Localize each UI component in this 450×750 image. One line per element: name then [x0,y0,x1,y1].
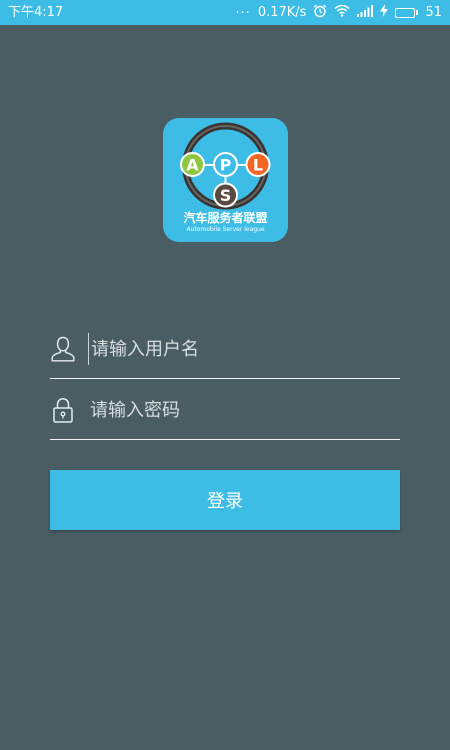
network-speed: 0.17K/s [257,5,307,20]
logo-subtitle: Automobile Server league [186,226,265,233]
username-input[interactable] [88,333,391,365]
status-time: 下午4:17 [8,5,64,20]
status-bar: 下午4:17 ... 0.17K/s 51 [0,0,450,25]
password-input[interactable] [88,394,390,426]
battery-level: 51 [425,5,442,20]
username-field [50,331,400,379]
signal-icon [357,4,374,21]
logo-letter-a: A [186,156,199,175]
charging-icon [380,4,389,21]
logo-letter-l: L [253,156,263,175]
alarm-icon [313,4,327,22]
status-indicators: ... 0.17K/s 51 [235,2,442,22]
logo-letter-s: S [220,186,232,205]
user-icon [51,335,75,363]
app-logo: A P L S 汽车服务者联盟 Automobile Server league [163,118,288,242]
lock-icon [51,396,75,424]
logo-title: 汽车服务者联盟 [183,211,268,225]
battery-icon [395,7,419,18]
login-button[interactable]: 登录 [50,470,400,530]
wifi-icon [334,4,350,21]
notification-dots: ... [235,2,251,17]
password-field [50,392,400,440]
logo-letter-p: P [220,156,232,175]
